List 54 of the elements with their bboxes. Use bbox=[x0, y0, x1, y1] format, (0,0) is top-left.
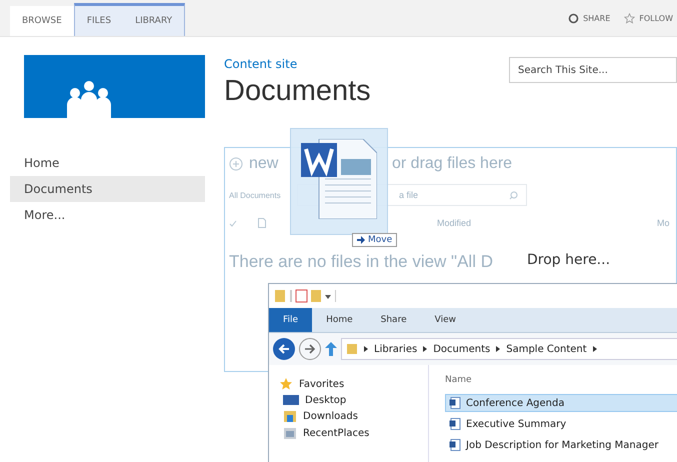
explorer-tab[interactable]: File bbox=[269, 308, 312, 332]
upload-text: new bbox=[249, 155, 280, 173]
arrow-icon bbox=[357, 236, 365, 244]
monitor-icon bbox=[283, 394, 299, 406]
plus-icon bbox=[229, 157, 243, 171]
upload-text: or drag files here bbox=[392, 155, 514, 173]
file-row[interactable]: Job Description for Marketing Manager bbox=[445, 436, 677, 454]
site-logo[interactable] bbox=[24, 55, 205, 118]
star-icon bbox=[279, 377, 293, 391]
nav-pane-item[interactable]: RecentPlaces bbox=[279, 426, 428, 440]
back-button[interactable] bbox=[273, 338, 295, 360]
ribbon-action[interactable]: SHARE bbox=[568, 12, 610, 24]
chevron-icon bbox=[423, 346, 428, 352]
forward-button[interactable] bbox=[299, 338, 321, 360]
site-link[interactable]: Content site bbox=[224, 57, 371, 71]
empty-message: There are no files in the view "All D bbox=[229, 252, 493, 272]
nav-link[interactable]: Documents bbox=[10, 176, 205, 202]
move-badge: Move bbox=[352, 233, 398, 247]
back-arrow-icon bbox=[278, 343, 290, 355]
view-name: All Documents bbox=[229, 190, 282, 200]
chevron-icon bbox=[592, 346, 597, 352]
nav-link[interactable]: More... bbox=[10, 202, 205, 228]
up-arrow-icon[interactable] bbox=[325, 342, 337, 356]
ribbon-tab[interactable]: FILES bbox=[74, 6, 124, 36]
forward-arrow-icon bbox=[304, 343, 316, 355]
ribbon-tab[interactable]: BROWSE bbox=[10, 6, 74, 36]
search-field[interactable]: Search This Site... bbox=[509, 57, 677, 83]
file-row[interactable]: Conference Agenda bbox=[445, 394, 677, 412]
breadcrumb-item[interactable]: Documents bbox=[433, 344, 490, 354]
address-bar[interactable]: Libraries Documents Sample Content bbox=[341, 338, 677, 360]
star-icon bbox=[624, 12, 636, 24]
chevron-icon bbox=[496, 346, 500, 352]
file-row[interactable]: Executive Summary bbox=[445, 415, 677, 433]
nav-pane-item[interactable]: Favorites bbox=[279, 377, 428, 391]
breadcrumb-item[interactable]: Libraries bbox=[374, 344, 418, 354]
search-icon bbox=[509, 190, 518, 200]
word-document-icon bbox=[301, 139, 377, 219]
explorer-tab[interactable]: Share bbox=[366, 308, 421, 332]
breadcrumb-item[interactable]: Sample Content bbox=[506, 344, 587, 354]
explorer-tab[interactable]: Home bbox=[312, 308, 367, 332]
people-icon bbox=[64, 78, 114, 118]
ribbon-action[interactable]: FOLLOW bbox=[624, 12, 673, 24]
toolbar-icons[interactable] bbox=[275, 289, 337, 303]
explorer-tab[interactable]: View bbox=[420, 308, 470, 332]
chevron-icon bbox=[364, 346, 368, 352]
ribbon-tab[interactable]: LIBRARY bbox=[123, 6, 184, 36]
column-header: Modified bbox=[437, 218, 472, 228]
nav-pane-item[interactable]: Downloads bbox=[279, 409, 428, 423]
nav-link[interactable]: Home bbox=[10, 150, 205, 176]
column-header: Mo bbox=[657, 218, 671, 228]
column-header: Name bbox=[445, 375, 473, 385]
checkmark-icon bbox=[229, 220, 237, 226]
page-title: Documents bbox=[224, 75, 371, 108]
nav-pane-item[interactable]: Desktop bbox=[279, 394, 428, 406]
